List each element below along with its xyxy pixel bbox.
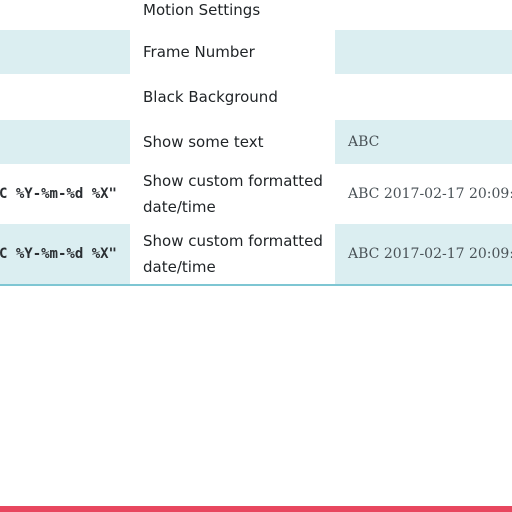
table-row: C %Y-%m-%d %X" Show custom formatted dat…: [0, 164, 512, 224]
table-row: Frame Number: [0, 30, 512, 74]
description-cell: Show custom formatted date/time: [130, 224, 335, 284]
page: Motion Settings Frame Number Black Backg…: [0, 0, 512, 512]
accent-bar: [0, 506, 512, 512]
output-cell: ABC 2017-02-17 20:09:3: [335, 164, 512, 224]
code-cell: [0, 74, 130, 120]
code-cell: [0, 0, 130, 26]
description-cell: Frame Number: [130, 30, 335, 74]
output-cell: [335, 0, 512, 26]
output-cell: [335, 30, 512, 74]
output-cell: ABC 2017-02-17 20:09:3: [335, 224, 512, 284]
table-row: C %Y-%m-%d %X" Show custom formatted dat…: [0, 224, 512, 284]
output-cell: [335, 74, 512, 120]
code-cell: C %Y-%m-%d %X": [0, 164, 130, 224]
code-cell: C %Y-%m-%d %X": [0, 224, 130, 284]
table-row: Black Background: [0, 74, 512, 120]
code-cell: [0, 30, 130, 74]
code-cell: [0, 120, 130, 164]
description-cell: Show custom formatted date/time: [130, 164, 335, 224]
description-cell: Motion Settings: [130, 0, 335, 26]
description-cell: Show some text: [130, 120, 335, 164]
options-table: Motion Settings Frame Number Black Backg…: [0, 0, 512, 286]
output-cell: ABC: [335, 120, 512, 164]
table-row: Motion Settings: [0, 0, 512, 26]
description-cell: Black Background: [130, 74, 335, 120]
table-row: Show some text ABC: [0, 120, 512, 164]
